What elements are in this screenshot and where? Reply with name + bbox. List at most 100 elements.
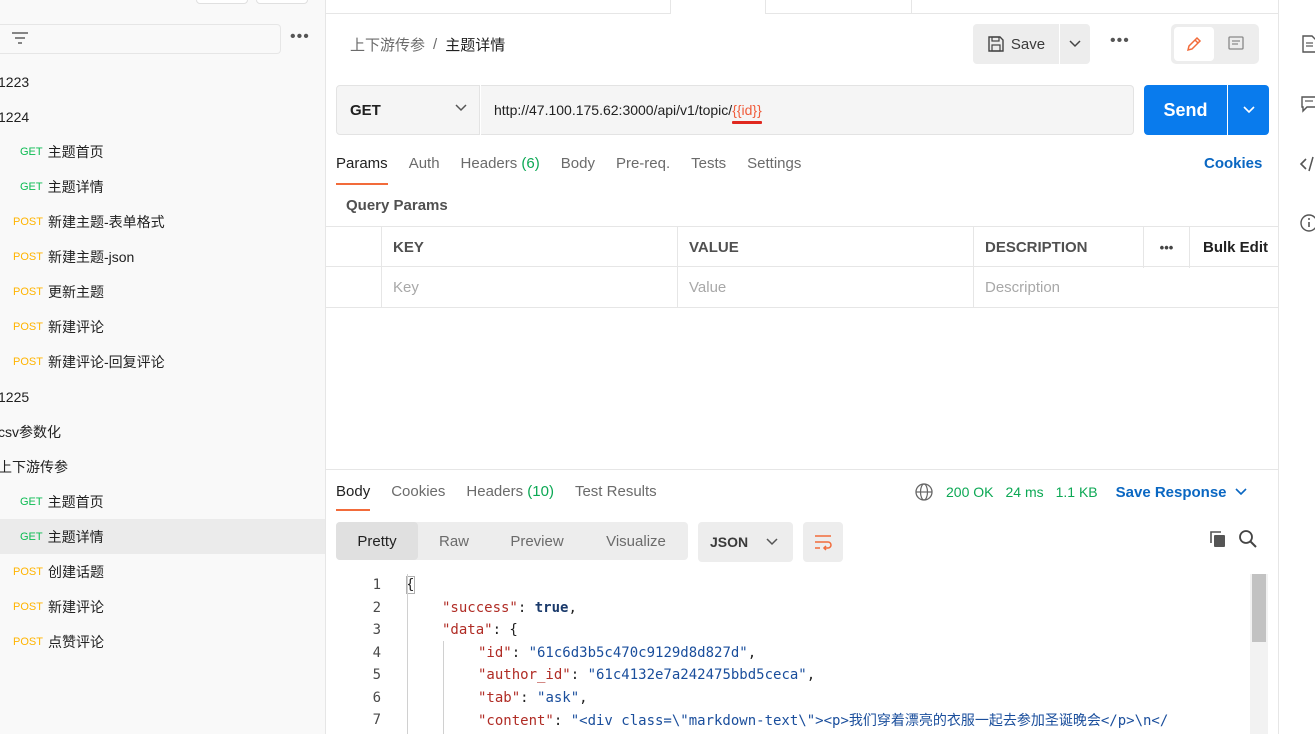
request-item[interactable]: POST 创建话题 xyxy=(0,554,325,589)
send-options-button[interactable] xyxy=(1228,85,1269,135)
folder-item[interactable]: 1224 xyxy=(0,99,325,134)
view-visualize[interactable]: Visualize xyxy=(584,522,688,560)
code-line: 2 "success": true, xyxy=(326,597,1278,620)
send-button[interactable]: Send xyxy=(1144,85,1227,135)
json-value: "61c6d3b5c470c9129d8d827d" xyxy=(528,644,748,661)
folder-item[interactable]: 1223 xyxy=(0,64,325,99)
header-checkbox-cell xyxy=(326,227,381,268)
tab-settings[interactable]: Settings xyxy=(747,155,801,185)
breadcrumb-parent[interactable]: 上下游传参 xyxy=(350,34,425,55)
request-item[interactable]: GET 主题首页 xyxy=(0,134,325,169)
filter-icon[interactable] xyxy=(10,30,30,48)
request-item[interactable]: GET 主题首页 xyxy=(0,484,325,519)
view-raw[interactable]: Raw xyxy=(418,522,490,560)
cookies-link[interactable]: Cookies xyxy=(1204,155,1262,172)
chevron-down-icon xyxy=(1069,40,1081,48)
key-input[interactable]: Key xyxy=(381,267,677,308)
breadcrumb-current[interactable]: 主题详情 xyxy=(445,34,505,55)
resp-tab-test-results[interactable]: Test Results xyxy=(575,483,657,511)
save-button[interactable]: Save xyxy=(973,24,1059,64)
search-icon[interactable] xyxy=(1238,529,1258,549)
wrap-lines-button[interactable] xyxy=(803,522,843,562)
tab-tests[interactable]: Tests xyxy=(691,155,726,185)
request-label: 主题首页 xyxy=(47,493,104,510)
save-options-button[interactable] xyxy=(1060,24,1090,64)
format-value: JSON xyxy=(710,534,749,550)
request-label: 新建主题-json xyxy=(47,248,135,265)
value-input[interactable]: Value xyxy=(677,267,973,308)
request-label: 新建评论 xyxy=(47,318,104,335)
folder-item[interactable]: 上下游传参 xyxy=(0,449,325,484)
row-checkbox-cell xyxy=(326,267,381,308)
save-response-button[interactable]: Save Response xyxy=(1116,484,1247,501)
breadcrumb: 上下游传参 / 主题详情 xyxy=(350,34,505,55)
code-scrollbar[interactable] xyxy=(1250,574,1268,734)
request-item[interactable]: POST 新建主题-表单格式 xyxy=(0,204,325,239)
format-select[interactable]: JSON xyxy=(698,522,793,562)
url-variable: {{id}} xyxy=(732,102,762,124)
pane-divider[interactable] xyxy=(326,469,1278,470)
copy-icon[interactable] xyxy=(1208,529,1228,549)
filter-input[interactable] xyxy=(0,24,281,54)
code-icon[interactable] xyxy=(1299,154,1315,174)
info-icon[interactable] xyxy=(1299,213,1315,233)
column-options-icon[interactable]: ••• xyxy=(1143,227,1189,268)
open-tab[interactable] xyxy=(670,0,766,14)
resp-tab-cookies[interactable]: Cookies xyxy=(391,483,445,511)
mode-toggle xyxy=(1171,24,1259,64)
resp-tab-headers[interactable]: Headers (10) xyxy=(466,483,554,511)
request-item[interactable]: POST 新建评论-回复评论 xyxy=(0,344,325,379)
tab-prereq[interactable]: Pre-req. xyxy=(616,155,670,185)
request-label: 更新主题 xyxy=(47,283,104,300)
folder-label: 1224 xyxy=(0,108,30,125)
method-badge: POST xyxy=(13,320,43,333)
status-code[interactable]: 200 OK xyxy=(946,484,993,500)
url-input[interactable]: http://47.100.175.62:3000/api/v1/topic/{… xyxy=(481,85,1134,135)
request-item[interactable]: POST 更新主题 xyxy=(0,274,325,309)
view-preview[interactable]: Preview xyxy=(490,522,584,560)
method-badge: GET xyxy=(20,495,43,508)
folder-item[interactable]: 1225 xyxy=(0,379,325,414)
request-tabs: Params Auth Headers (6) Body Pre-req. Te… xyxy=(336,155,822,185)
view-pretty[interactable]: Pretty xyxy=(336,522,418,560)
documentation-icon[interactable] xyxy=(1299,34,1315,54)
line-number: 2 xyxy=(372,599,381,616)
comments-icon[interactable] xyxy=(1299,94,1315,114)
request-label: 主题详情 xyxy=(47,528,104,545)
chevron-down-icon xyxy=(455,104,467,112)
scrollbar-thumb[interactable] xyxy=(1252,574,1266,642)
code-punct: : { xyxy=(492,622,518,639)
globe-icon[interactable] xyxy=(914,482,934,502)
response-body-editor[interactable]: 1 { 2 "success": true, 3 "data": { 4 "id… xyxy=(326,574,1278,734)
request-item[interactable]: POST 点赞评论 xyxy=(0,624,325,659)
request-item[interactable]: GET 主题详情 xyxy=(0,169,325,204)
doc-mode-button[interactable] xyxy=(1216,27,1256,61)
request-item[interactable]: POST 新建评论 xyxy=(0,309,325,344)
save-label: Save xyxy=(1010,35,1046,53)
resp-tab-body[interactable]: Body xyxy=(336,483,371,511)
json-value: true xyxy=(534,599,569,616)
request-item[interactable]: POST 新建主题-json xyxy=(0,239,325,274)
folder-label: 1223 xyxy=(0,73,30,90)
more-actions-icon[interactable]: ••• xyxy=(1110,32,1130,50)
sidebar-top-button[interactable] xyxy=(256,0,308,4)
json-key: "content" xyxy=(478,713,554,730)
request-item[interactable]: POST 新建评论 xyxy=(0,589,325,624)
request-label: 新建主题-表单格式 xyxy=(47,213,165,230)
folder-label: 1225 xyxy=(0,388,30,405)
description-input[interactable]: Description xyxy=(973,267,1278,308)
url-prefix: http://47.100.175.62:3000/api/v1/topic/ xyxy=(494,102,733,118)
folder-item[interactable]: csv参数化 xyxy=(0,414,325,449)
tab-params[interactable]: Params xyxy=(336,155,388,185)
edit-mode-button[interactable] xyxy=(1174,27,1214,61)
sidebar-top-button[interactable] xyxy=(196,0,248,4)
tab-headers[interactable]: Headers (6) xyxy=(461,155,540,185)
tab-body[interactable]: Body xyxy=(561,155,595,185)
response-time[interactable]: 24 ms xyxy=(1005,484,1043,500)
tab-auth[interactable]: Auth xyxy=(409,155,440,185)
method-select[interactable]: GET xyxy=(336,85,480,135)
sidebar-more-icon[interactable]: ••• xyxy=(290,28,310,46)
response-size[interactable]: 1.1 KB xyxy=(1056,484,1098,500)
request-item[interactable]: GET 主题详情 xyxy=(0,519,325,554)
bulk-edit-button[interactable]: Bulk Edit xyxy=(1189,227,1278,268)
